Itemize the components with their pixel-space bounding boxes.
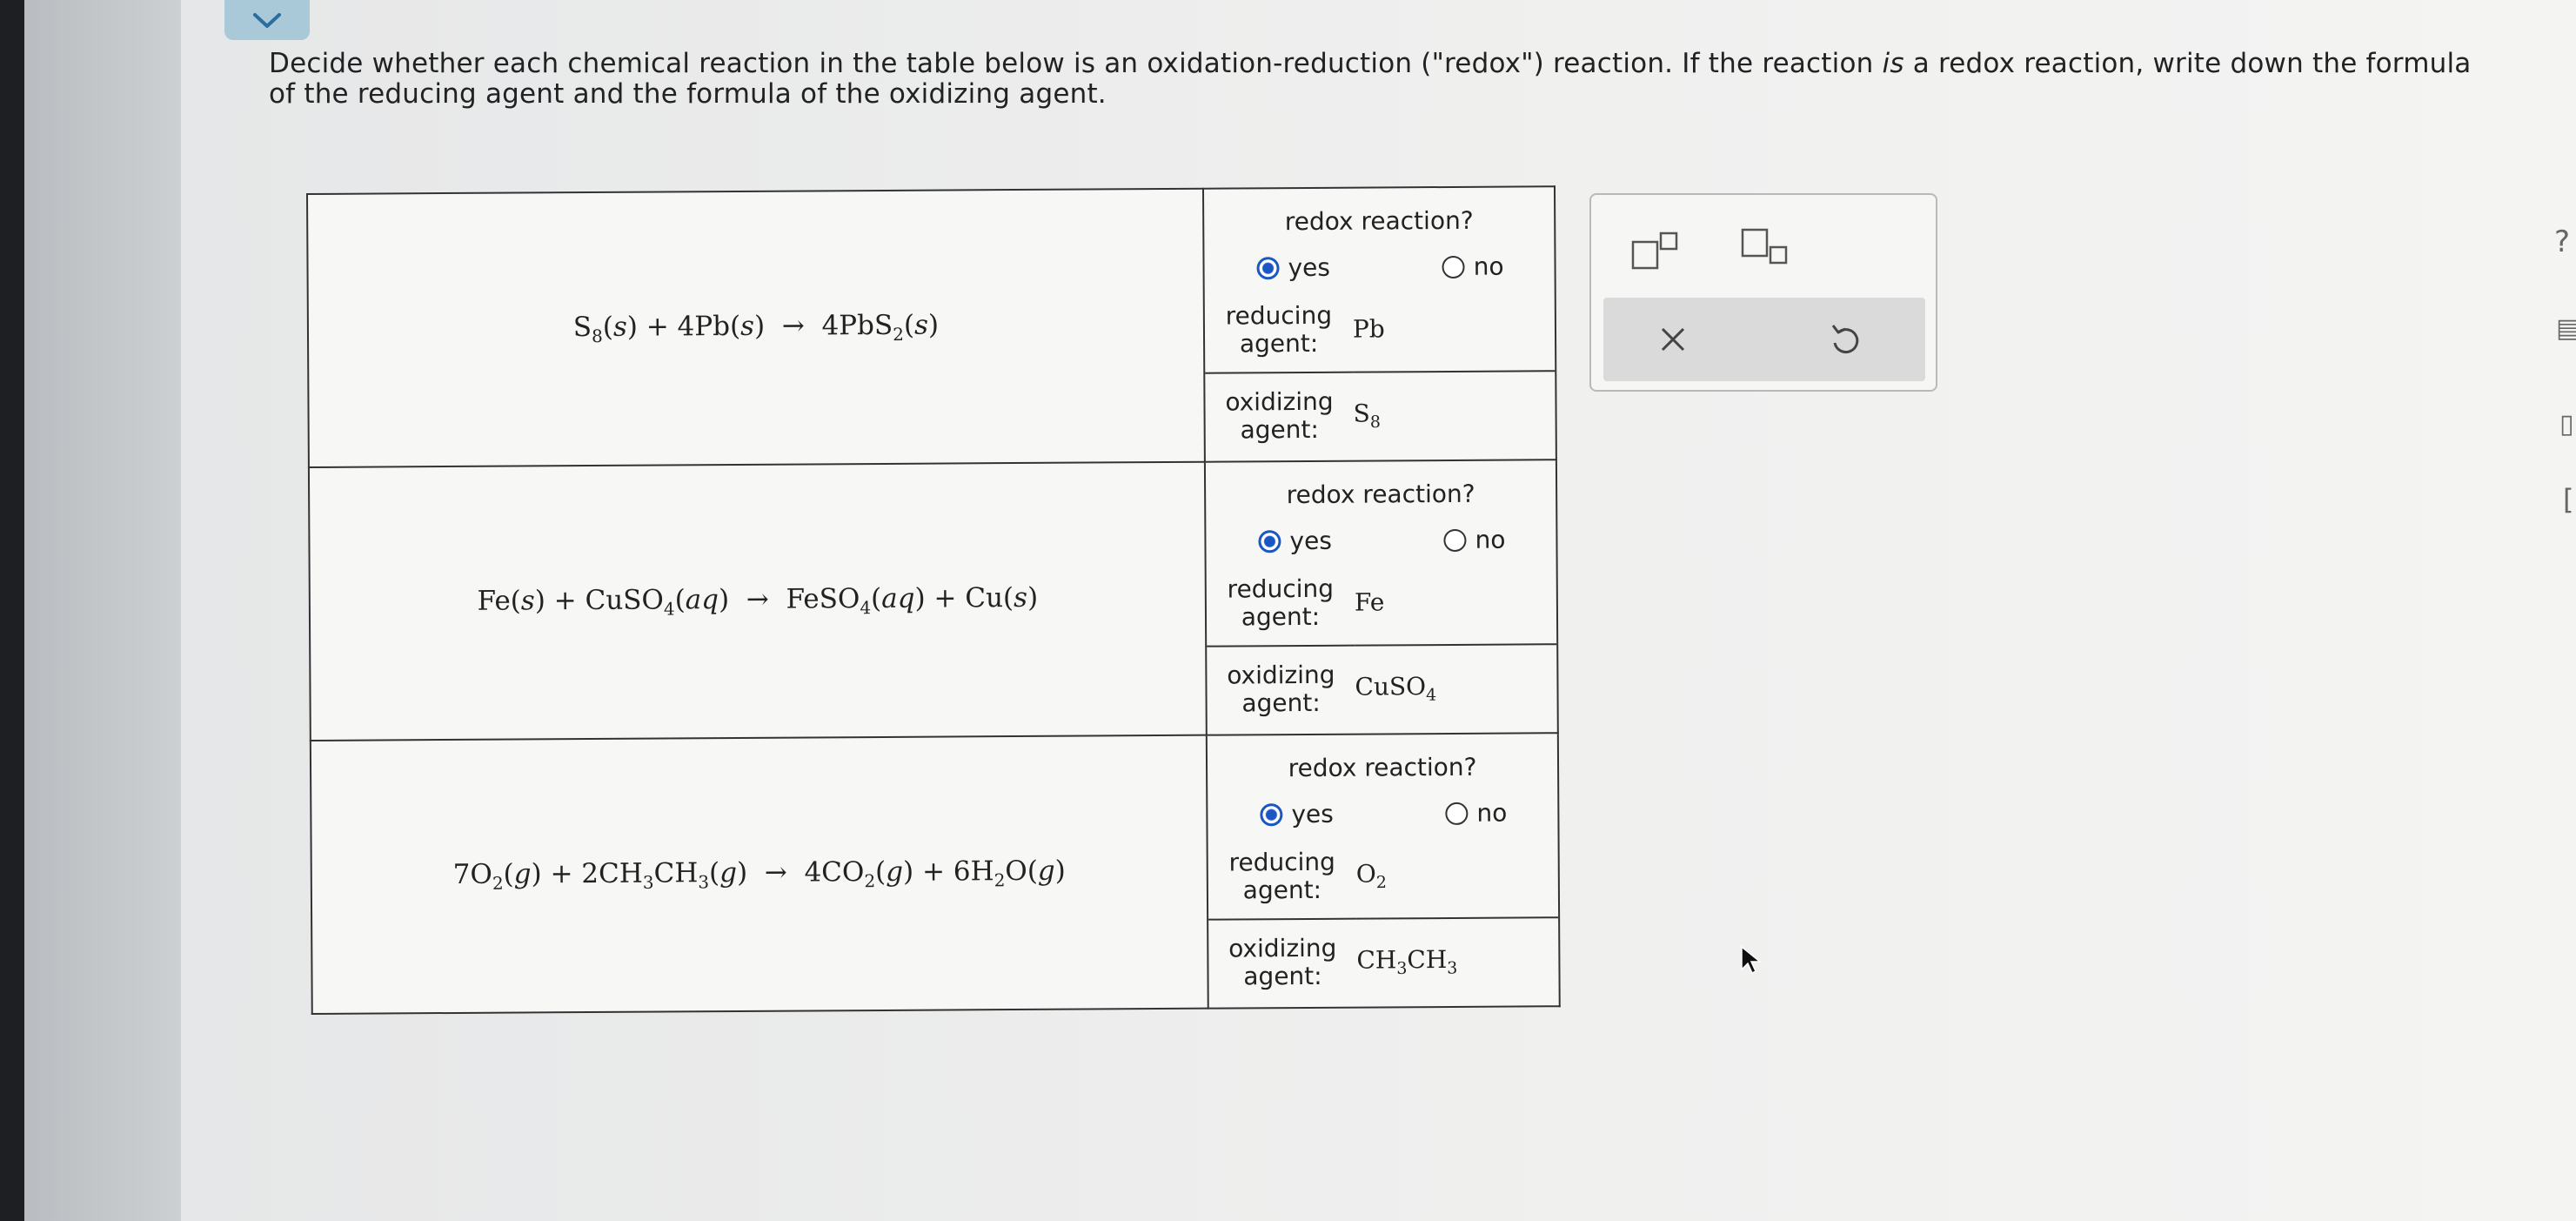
- redox-question: redox reaction?: [1286, 479, 1475, 510]
- oxidizing-agent-label: oxidizing agent:: [1227, 660, 1335, 717]
- oxidizing-agent-label: oxidizing agent:: [1228, 933, 1337, 990]
- instructions-text: Decide whether each chemical reaction in…: [269, 48, 2472, 110]
- no-radio[interactable]: no: [1445, 799, 1507, 828]
- answer-cell: redox reaction? yes no reducing agent: F…: [1204, 460, 1558, 735]
- redox-question: redox reaction?: [1288, 752, 1477, 783]
- collapse-button[interactable]: [224, 0, 310, 40]
- yes-radio[interactable]: yes: [1260, 800, 1334, 829]
- equation: Fe(s) + CuSO4(aq) → FeSO4(aq) + Cu(s): [477, 581, 1039, 620]
- radio-empty-icon: [1443, 528, 1467, 552]
- yes-radio[interactable]: yes: [1258, 527, 1332, 556]
- radio-empty-icon: [1442, 255, 1465, 278]
- mouse-pointer-icon: [1740, 945, 1763, 978]
- radio-selected-icon: [1256, 256, 1280, 279]
- radio-selected-icon: [1258, 529, 1281, 553]
- equation-cell: Fe(s) + CuSO4(aq) → FeSO4(aq) + Cu(s): [308, 461, 1207, 741]
- instructions-emphasis: is: [1882, 48, 1904, 79]
- superscript-icon: [1631, 231, 1678, 270]
- equation-cell: S8(s) + 4Pb(s) → 4PbS2(s): [307, 188, 1205, 467]
- superscript-button[interactable]: [1631, 231, 1680, 273]
- edge-panel-icon[interactable]: [: [2563, 483, 2573, 516]
- clear-button[interactable]: [1657, 324, 1689, 359]
- answer-cell: redox reaction? yes no reducing agent: P…: [1202, 186, 1556, 462]
- yes-radio[interactable]: yes: [1256, 253, 1330, 283]
- oxidizing-agent-input[interactable]: S8: [1353, 371, 1556, 457]
- reducing-agent-label: reducing agent:: [1227, 574, 1335, 631]
- reducing-agent-input[interactable]: Fe: [1355, 559, 1557, 645]
- radio-selected-icon: [1260, 802, 1283, 826]
- reducing-agent-input[interactable]: Pb: [1353, 285, 1556, 372]
- reaction-row: 7O2(g) + 2CH3CH3(g) → 4CO2(g) + 6H2O(g) …: [310, 733, 1560, 1014]
- equation: 7O2(g) + 2CH3CH3(g) → 4CO2(g) + 6H2O(g): [452, 855, 1066, 894]
- reducing-agent-input[interactable]: O2: [1356, 832, 1559, 918]
- math-palette: [1589, 193, 1937, 392]
- reaction-row: S8(s) + 4Pb(s) → 4PbS2(s) redox reaction…: [307, 186, 1556, 467]
- redox-table: S8(s) + 4Pb(s) → 4PbS2(s) redox reaction…: [306, 185, 1561, 1015]
- reducing-agent-label: reducing agent:: [1228, 847, 1335, 904]
- equation-cell: 7O2(g) + 2CH3CH3(g) → 4CO2(g) + 6H2O(g): [310, 735, 1208, 1014]
- undo-icon: [1831, 325, 1859, 354]
- edge-periodic-table-icon[interactable]: ▯: [2559, 409, 2574, 439]
- answer-cell: redox reaction? yes no reducing agent: O…: [1206, 733, 1560, 1009]
- equation: S8(s) + 4Pb(s) → 4PbS2(s): [572, 309, 940, 347]
- edge-calculator-icon[interactable]: ▤: [2556, 313, 2576, 344]
- chevron-down-icon: [253, 13, 281, 28]
- oxidizing-agent-input[interactable]: CuSO4: [1355, 644, 1557, 730]
- clear-icon: [1661, 327, 1685, 352]
- edge-help-icon[interactable]: ?: [2554, 225, 2570, 259]
- no-radio[interactable]: no: [1442, 252, 1504, 281]
- reaction-row: Fe(s) + CuSO4(aq) → FeSO4(aq) + Cu(s) re…: [308, 460, 1558, 741]
- side-panel: [24, 0, 181, 1221]
- radio-empty-icon: [1445, 802, 1469, 825]
- redox-question: redox reaction?: [1284, 205, 1474, 237]
- reducing-agent-label: reducing agent:: [1225, 300, 1333, 358]
- subscript-button[interactable]: [1741, 228, 1790, 270]
- subscript-icon: [1741, 228, 1788, 265]
- oxidizing-agent-label: oxidizing agent:: [1225, 386, 1334, 444]
- no-radio[interactable]: no: [1443, 526, 1506, 554]
- screen-bezel: [0, 0, 24, 1221]
- undo-button[interactable]: [1828, 320, 1863, 360]
- oxidizing-agent-input[interactable]: CH3CH3: [1356, 917, 1559, 1003]
